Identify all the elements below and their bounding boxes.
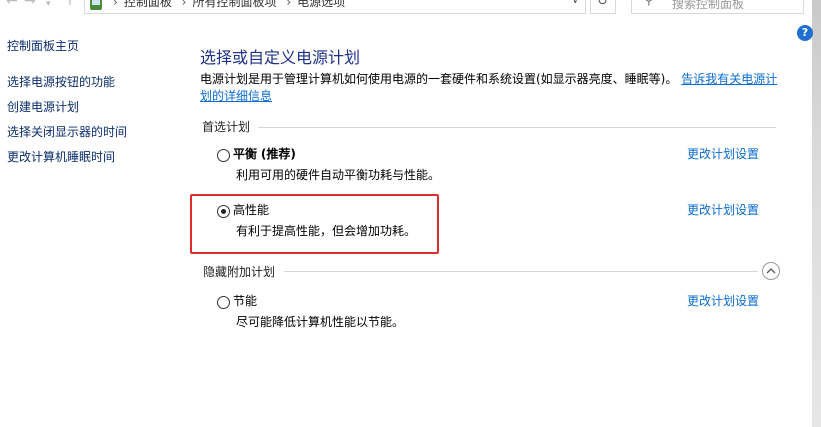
address-dropdown-icon[interactable]: ∨ xyxy=(572,0,579,6)
breadcrumb-item[interactable]: 所有控制面板项 xyxy=(192,0,276,9)
hidden-plans-label[interactable]: 隐藏附加计划 xyxy=(203,265,275,279)
search-box[interactable]: ⚲ 搜索控制面板 xyxy=(631,0,804,14)
display-off-time-link[interactable]: 选择关闭显示器的时间 xyxy=(7,125,127,139)
refresh-icon: ↻ xyxy=(597,0,608,9)
balanced-radio[interactable] xyxy=(217,149,230,162)
hidden-divider xyxy=(284,271,758,272)
preferred-divider xyxy=(258,127,776,128)
search-placeholder: 搜索控制面板 xyxy=(672,0,745,11)
back-arrow-icon[interactable]: ← xyxy=(6,0,18,8)
page-description: 电源计划是用于管理计算机如何使用电源的一套硬件和系统设置(如显示器亮度、睡眠等)… xyxy=(200,71,778,105)
sleep-time-link[interactable]: 更改计算机睡眠时间 xyxy=(7,150,115,164)
window-edge xyxy=(812,0,821,427)
balanced-name: 平衡 xyxy=(233,147,258,161)
forward-arrow-icon[interactable]: → xyxy=(24,0,36,8)
search-icon: ⚲ xyxy=(644,0,654,8)
up-arrow-icon[interactable]: ↑ xyxy=(64,0,76,8)
power-saver-plan-desc: 尽可能降低计算机性能以节能。 xyxy=(236,315,405,329)
annotation-highlight-box xyxy=(190,194,439,254)
breadcrumb-item[interactable]: 电源选项 xyxy=(297,0,345,9)
power-saver-radio[interactable] xyxy=(217,296,230,309)
power-button-function-link[interactable]: 选择电源按钮的功能 xyxy=(7,75,115,89)
power-options-window: ← → ▾ ↑ › 控制面板 › 所有控制面板项 › 电源选项 ∨ ↻ ⚲ 搜索控制面… xyxy=(0,0,821,427)
recent-dropdown-icon[interactable]: ▾ xyxy=(46,0,51,11)
create-power-plan-link[interactable]: 创建电源计划 xyxy=(7,100,79,114)
address-toolbar: ← → ▾ ↑ › 控制面板 › 所有控制面板项 › 电源选项 ∨ ↻ ⚲ 搜索控制面… xyxy=(0,0,812,16)
high-performance-change-settings-link[interactable]: 更改计划设置 xyxy=(687,203,759,217)
help-icon[interactable]: ? xyxy=(797,25,813,41)
power-saver-change-settings-link[interactable]: 更改计划设置 xyxy=(687,294,759,308)
description-text: 电源计划是用于管理计算机如何使用电源的一套硬件和系统设置(如显示器亮度、睡眠等)… xyxy=(200,72,678,86)
preferred-plans-label: 首选计划 xyxy=(202,120,251,134)
balanced-plan-name[interactable]: 平衡 (推荐) xyxy=(233,147,296,161)
page-title: 选择或自定义电源计划 xyxy=(200,48,361,67)
chevron-up-icon xyxy=(766,268,776,274)
balanced-change-settings-link[interactable]: 更改计划设置 xyxy=(687,147,759,161)
control-panel-icon xyxy=(90,0,102,10)
power-saver-plan-name[interactable]: 节能 xyxy=(233,294,257,308)
collapse-button[interactable] xyxy=(762,262,780,280)
breadcrumb: › 控制面板 › 所有控制面板项 › 电源选项 xyxy=(107,0,345,9)
control-panel-home-link[interactable]: 控制面板主页 xyxy=(7,39,79,53)
balanced-plan-desc: 利用可用的硬件自动平衡功耗与性能。 xyxy=(236,168,441,182)
address-bar[interactable]: › 控制面板 › 所有控制面板项 › 电源选项 ∨ xyxy=(84,0,586,14)
breadcrumb-item[interactable]: 控制面板 xyxy=(124,0,172,9)
balanced-suffix: (推荐) xyxy=(260,147,296,161)
refresh-button[interactable]: ↻ xyxy=(590,0,616,14)
